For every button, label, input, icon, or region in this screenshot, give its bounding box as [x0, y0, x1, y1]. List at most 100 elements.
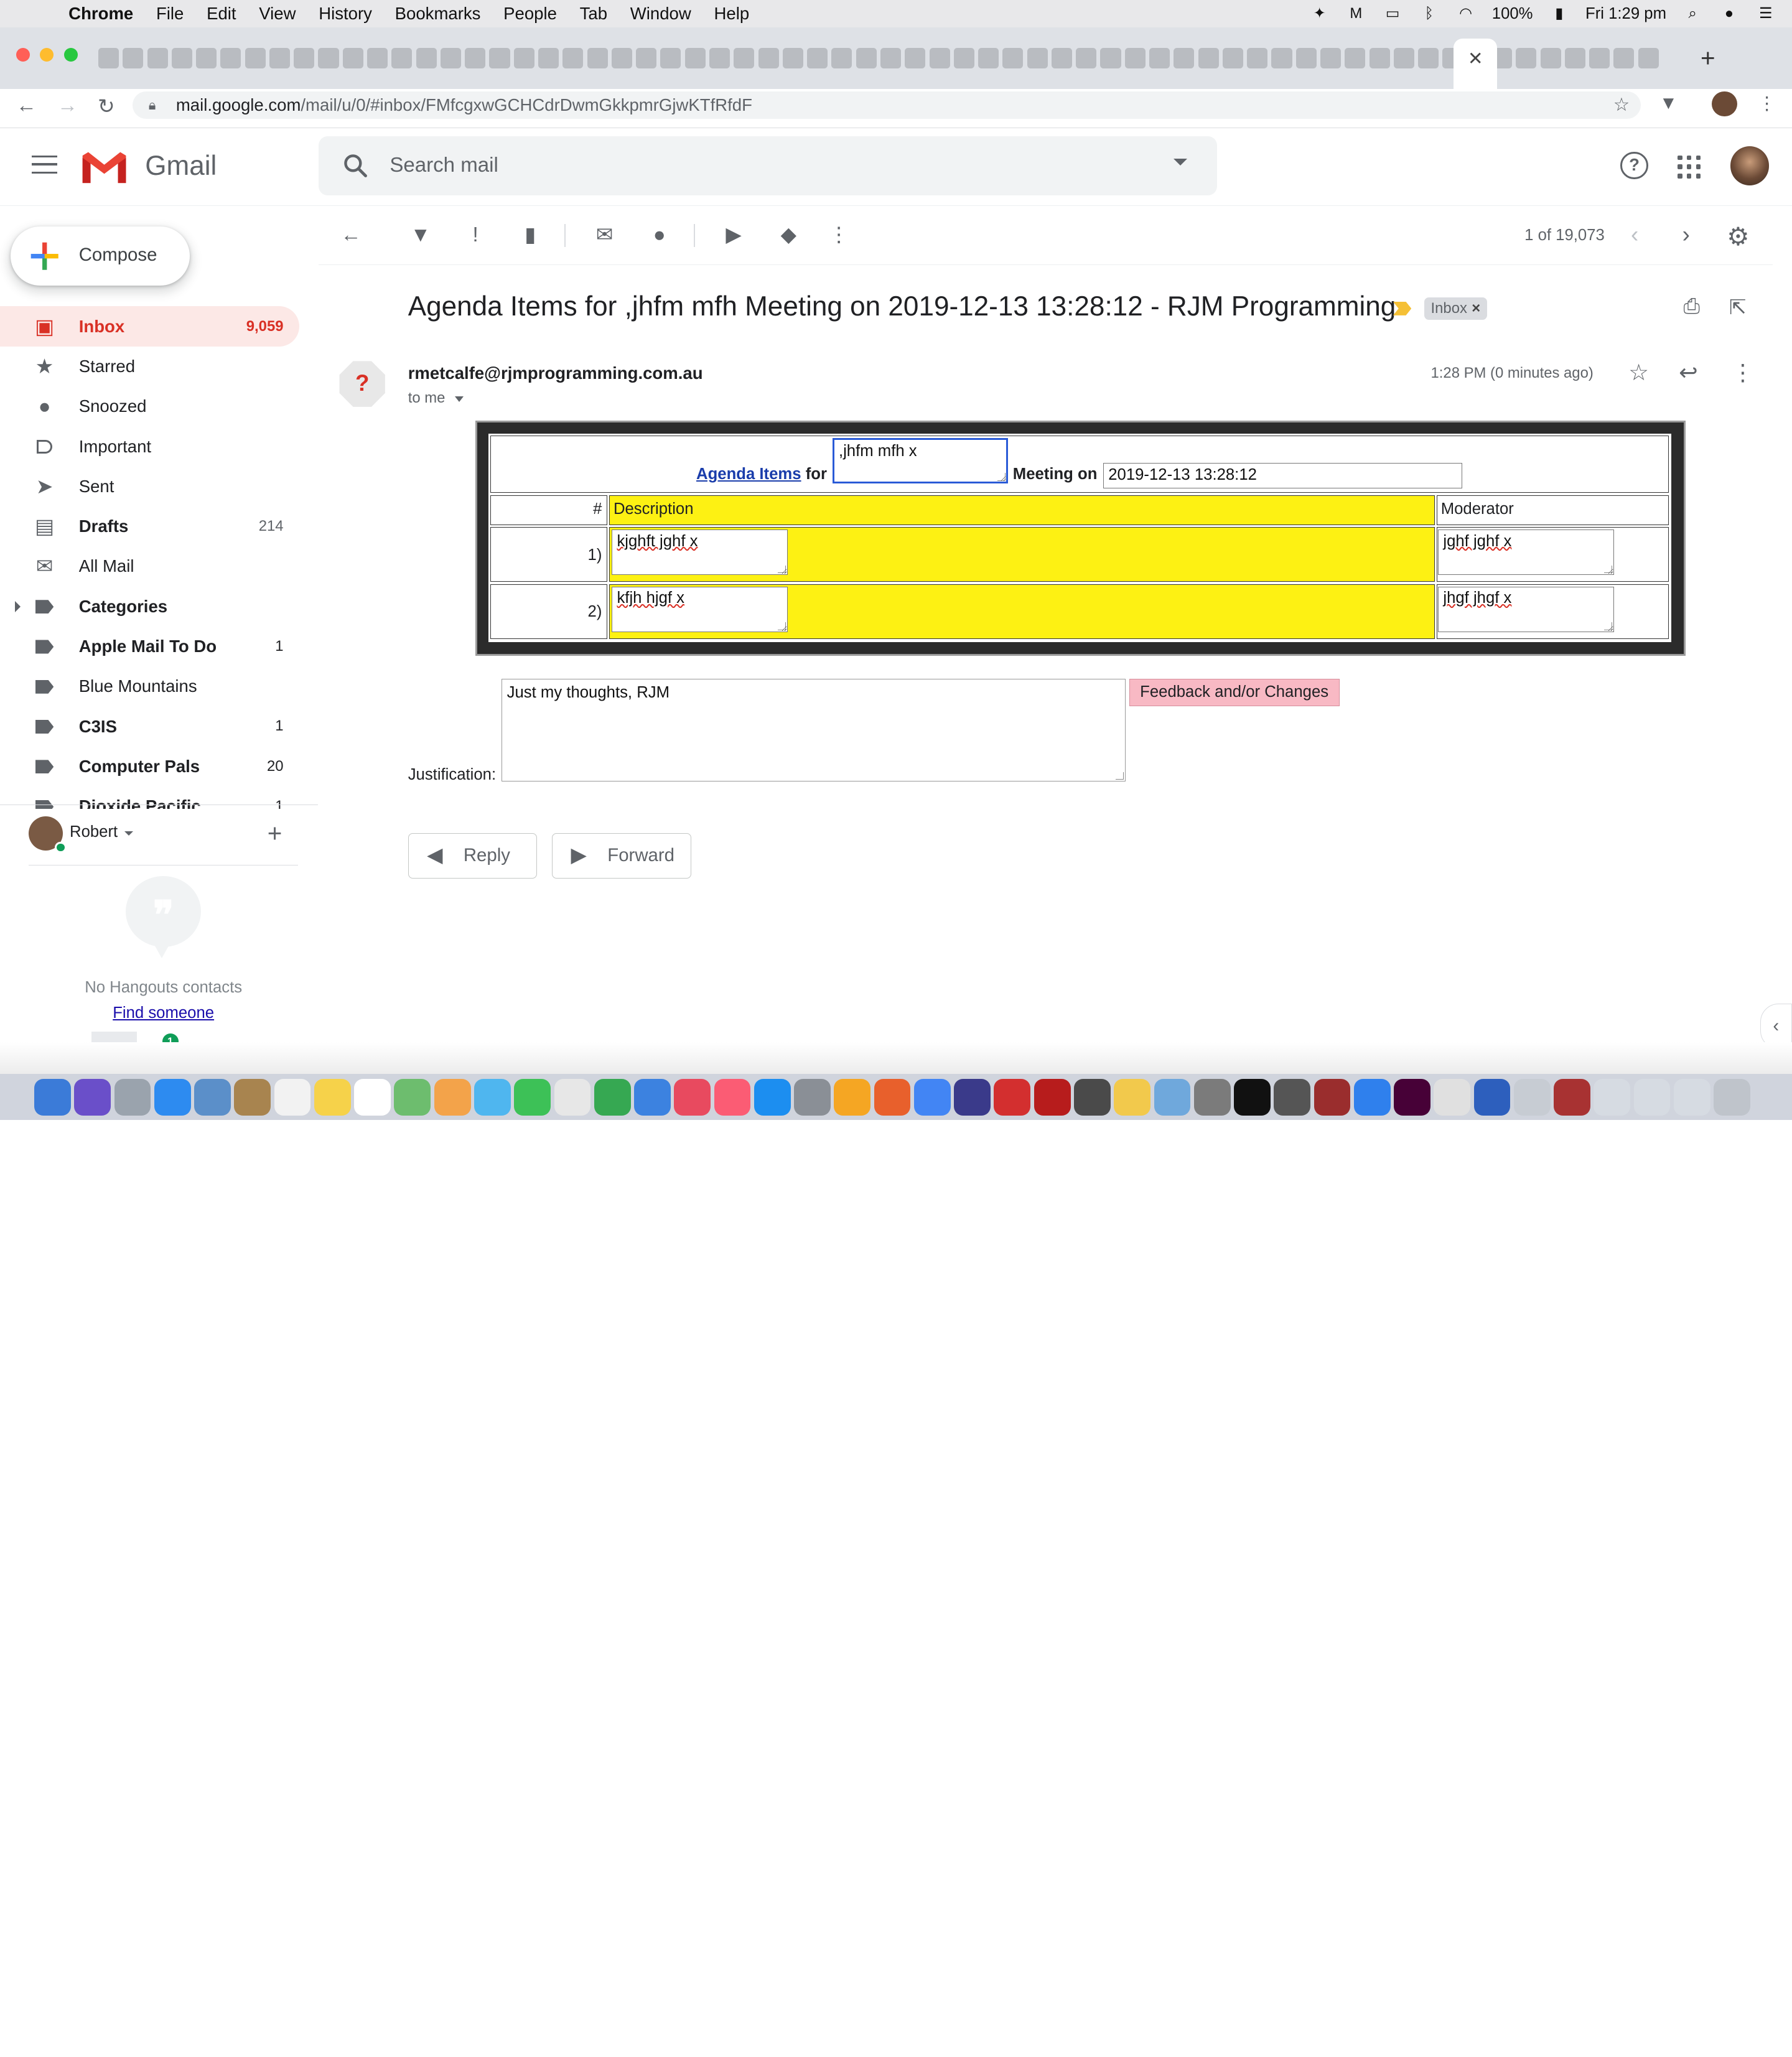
bookmark-star-icon[interactable]: ☆ [1613, 91, 1630, 119]
wifi-icon[interactable]: ◠ [1455, 6, 1476, 22]
app-icon[interactable] [1513, 1078, 1551, 1116]
launchpad-icon[interactable] [114, 1078, 151, 1116]
notification-center-icon[interactable]: ☰ [1755, 6, 1776, 22]
settings-gear-icon[interactable]: ⚙ [1727, 222, 1749, 251]
tab-favicon[interactable] [1002, 48, 1024, 69]
app-icon[interactable] [954, 1078, 991, 1116]
menu-help[interactable]: Help [714, 4, 750, 24]
folder-icon[interactable] [1594, 1078, 1631, 1116]
reply-button[interactable]: ◀ Reply [408, 833, 538, 879]
tab-favicon[interactable] [611, 48, 632, 69]
menu-app[interactable]: Chrome [68, 4, 133, 24]
extension-icon[interactable]: ▼ [1659, 93, 1678, 114]
tab-favicon[interactable] [978, 48, 999, 69]
tab-favicon[interactable] [758, 48, 779, 69]
tab-favicon[interactable] [929, 48, 950, 69]
chrome-profile-avatar[interactable] [1712, 91, 1737, 117]
adobe-xd-icon[interactable] [1394, 1078, 1430, 1116]
menu-people[interactable]: People [503, 4, 557, 24]
search-icon[interactable] [342, 152, 369, 179]
folder-icon[interactable] [1633, 1078, 1671, 1116]
menu-edit[interactable]: Edit [207, 4, 236, 24]
menubar-clock[interactable]: Fri 1:29 pm [1585, 5, 1666, 23]
sidebar-item-inbox[interactable]: ▣ Inbox 9,059 [0, 306, 300, 347]
older-chevron-icon[interactable]: › [1682, 222, 1690, 248]
tab-favicon[interactable] [1271, 48, 1292, 69]
tab-favicon[interactable] [1393, 48, 1414, 69]
tab-favicon[interactable] [367, 48, 388, 69]
sender-email[interactable]: rmetcalfe@rjmprogramming.com.au [408, 363, 703, 383]
description-textarea[interactable]: kjghft jghf x [612, 529, 788, 576]
sidebar-item-categories[interactable]: Categories [0, 586, 299, 626]
print-icon[interactable]: ⎙ [1683, 295, 1699, 319]
group-name-textarea[interactable]: ,jhfm mfh x [832, 437, 1009, 484]
agenda-items-link[interactable]: Agenda Items [696, 465, 801, 483]
sender-avatar[interactable]: ? [339, 361, 385, 407]
tab-favicon[interactable] [587, 48, 608, 69]
sidebar-item-apple-mail-to-do[interactable]: Apple Mail To Do 1 [0, 626, 299, 666]
tab-favicon[interactable] [171, 48, 192, 69]
tab-favicon[interactable] [953, 48, 974, 69]
delete-icon[interactable]: ▮ [519, 223, 542, 247]
mail-app-icon[interactable] [194, 1078, 231, 1116]
sidebar-item-c3is[interactable]: C3IS 1 [0, 706, 299, 746]
feedback-changes-button[interactable]: Feedback and/or Changes [1129, 678, 1340, 707]
sidebar-item-all-mail[interactable]: ✉ All Mail [0, 546, 299, 586]
tab-favicon[interactable] [856, 48, 877, 69]
app-store-icon[interactable] [754, 1078, 791, 1116]
app-icon[interactable] [1074, 1078, 1111, 1116]
terminal-icon[interactable] [1234, 1078, 1271, 1116]
system-preferences-icon[interactable] [794, 1078, 831, 1116]
show-details-caret-icon[interactable] [455, 396, 464, 403]
back-icon[interactable]: ← [14, 94, 39, 118]
battery-icon[interactable]: ▮ [1549, 6, 1569, 22]
finder-icon[interactable] [34, 1078, 71, 1116]
justification-textarea[interactable]: Just my thoughts, RJM [502, 678, 1126, 782]
tab-favicon[interactable] [782, 48, 803, 69]
tab-favicon[interactable] [538, 48, 559, 69]
search-options-caret-icon[interactable] [1174, 159, 1188, 166]
tab-favicon[interactable] [318, 48, 339, 69]
tab-favicon[interactable] [220, 48, 241, 69]
tab-favicon[interactable] [1540, 48, 1561, 69]
tab-favicon[interactable] [147, 48, 168, 69]
menu-window[interactable]: Window [630, 4, 691, 24]
forward-icon[interactable]: → [55, 94, 80, 118]
tab-favicon[interactable] [636, 48, 657, 69]
tab-favicon[interactable] [1418, 48, 1439, 69]
resize-grip-icon[interactable] [1604, 622, 1613, 631]
tab-favicon[interactable] [1295, 48, 1317, 69]
resize-grip-icon[interactable] [778, 565, 786, 574]
tab-favicon[interactable] [1198, 48, 1219, 69]
tab-favicon[interactable] [1051, 48, 1072, 69]
tab-favicon[interactable] [123, 48, 144, 69]
contacts-icon[interactable] [234, 1078, 271, 1116]
dictionary-icon[interactable] [1554, 1078, 1590, 1116]
tab-favicon[interactable] [1027, 48, 1048, 69]
compose-button[interactable]: Compose [10, 226, 190, 286]
siri-icon[interactable]: ● [1719, 6, 1739, 22]
tab-favicon[interactable] [1174, 48, 1195, 69]
address-bar[interactable]: 🔒︎ mail.google.com/mail/u/0/#inbox/FMfcg… [133, 91, 1641, 119]
meeting-date-input[interactable]: 2019-12-13 13:28:12 [1103, 463, 1462, 488]
tab-favicon[interactable] [342, 48, 363, 69]
menu-view[interactable]: View [259, 4, 296, 24]
status-app-icon[interactable]: ✦ [1309, 6, 1330, 22]
tab-favicon[interactable] [831, 48, 852, 69]
music-icon[interactable] [714, 1078, 751, 1116]
tab-favicon[interactable] [98, 48, 119, 69]
safari-icon[interactable] [154, 1078, 191, 1116]
sidebar-item-blue-mountains[interactable]: Blue Mountains [0, 666, 299, 706]
tab-favicon[interactable] [660, 48, 681, 69]
account-avatar[interactable] [1730, 146, 1770, 185]
tab-favicon[interactable] [416, 48, 437, 69]
sidebar-item-sent[interactable]: ➤ Sent [0, 466, 299, 506]
tab-favicon[interactable] [294, 48, 315, 69]
r-icon[interactable] [1353, 1078, 1391, 1116]
help-icon[interactable]: ? [1620, 152, 1648, 180]
find-someone-link[interactable]: Find someone [0, 1004, 327, 1022]
tab-favicon[interactable] [709, 48, 730, 69]
tab-favicon[interactable] [562, 48, 584, 69]
app-icon[interactable] [1154, 1078, 1191, 1116]
search-input[interactable] [390, 149, 1167, 182]
